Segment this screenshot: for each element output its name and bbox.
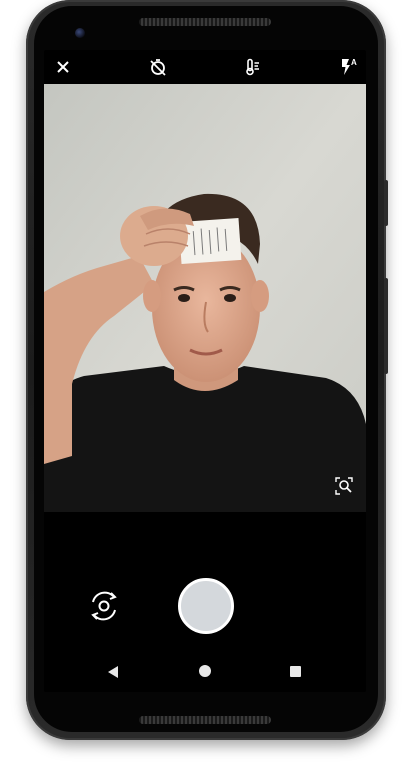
android-nav-bar [44, 652, 366, 692]
back-icon[interactable] [108, 666, 118, 678]
earpiece-speaker [139, 18, 271, 26]
camera-viewfinder[interactable] [44, 84, 366, 512]
home-icon[interactable] [199, 665, 211, 677]
selfie-preview-image [44, 84, 366, 512]
front-camera-lens [75, 28, 85, 38]
zoom-icon[interactable] [334, 476, 354, 496]
switch-camera-icon[interactable] [84, 586, 124, 626]
recents-icon[interactable] [290, 666, 301, 677]
power-button [384, 180, 388, 226]
timer-off-icon[interactable] [148, 57, 168, 77]
flash-auto-icon[interactable]: A [338, 56, 360, 78]
camera-controls [44, 512, 366, 652]
flash-mode-label: A [351, 58, 357, 67]
volume-rocker [384, 278, 388, 374]
camera-top-bar: A [44, 50, 366, 84]
shutter-button[interactable] [178, 578, 234, 634]
white-balance-icon[interactable] [243, 57, 263, 77]
camera-screen: A [44, 50, 366, 692]
bottom-speaker [139, 716, 271, 724]
close-icon[interactable] [54, 58, 72, 76]
